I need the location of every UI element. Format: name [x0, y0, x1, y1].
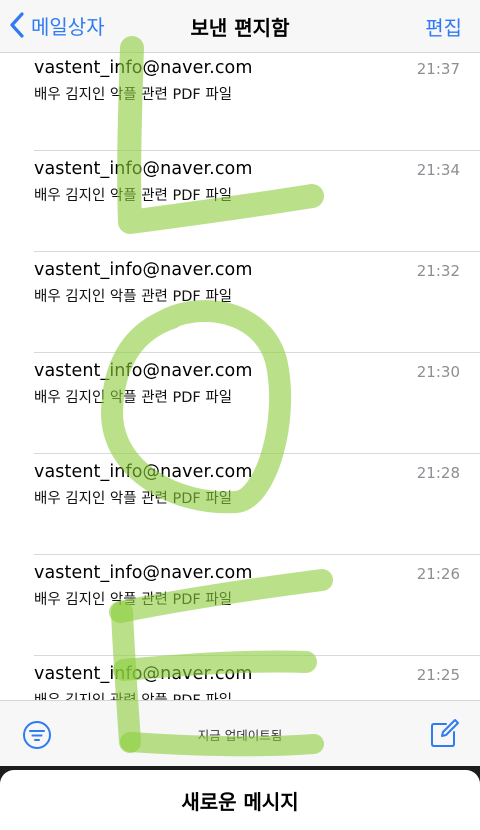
- mail-sender: vastent_info@naver.com: [34, 563, 253, 583]
- mail-row[interactable]: vastent_info@naver.com 배우 김지인 악플 관련 PDF …: [0, 151, 480, 252]
- mail-time: 21:25: [416, 666, 460, 684]
- mail-sender: vastent_info@naver.com: [34, 159, 253, 179]
- mail-row[interactable]: vastent_info@naver.com 배우 김지인 악플 관련 PDF …: [0, 252, 480, 353]
- new-message-sheet[interactable]: 새로운 메시지: [0, 770, 480, 830]
- new-message-title: 새로운 메시지: [181, 790, 299, 814]
- mail-row[interactable]: vastent_info@naver.com 배우 김지인 악플 관련 PDF …: [0, 353, 480, 454]
- mail-time: 21:28: [416, 464, 460, 482]
- mail-subject: 배우 김지인 악플 관련 PDF 파일: [34, 592, 233, 608]
- back-button-label: 메일상자: [31, 14, 105, 39]
- mail-subject: 배우 김지인 악플 관련 PDF 파일: [34, 289, 233, 305]
- back-button[interactable]: 메일상자: [8, 8, 105, 42]
- mail-time: 21:30: [416, 363, 460, 381]
- mail-row[interactable]: vastent_info@naver.com 배우 김지인 악플 관련 PDF …: [0, 454, 480, 555]
- bottom-toolbar: 지금 업데이트됨: [0, 700, 480, 767]
- mail-subject: 배우 김지인 악플 관련 PDF 파일: [34, 491, 233, 507]
- mail-sender: vastent_info@naver.com: [34, 664, 253, 684]
- mail-row[interactable]: vastent_info@naver.com 배우 김지인 악플 관련 PDF …: [0, 555, 480, 656]
- update-status: 지금 업데이트됨: [197, 728, 283, 743]
- mail-time: 21:26: [416, 565, 460, 583]
- mail-time: 21:34: [416, 161, 460, 179]
- edit-button[interactable]: 편집: [425, 12, 462, 41]
- chevron-left-icon: [10, 12, 24, 38]
- compose-button[interactable]: [428, 718, 460, 750]
- mail-row[interactable]: vastent_info@naver.com 배우 김지인 관련 악플 PDF …: [0, 656, 480, 700]
- mail-sender: vastent_info@naver.com: [34, 462, 253, 482]
- mail-subject: 배우 김지인 악플 관련 PDF 파일: [34, 87, 233, 103]
- mail-subject: 배우 김지인 관련 악플 PDF 파일: [34, 689, 232, 700]
- mail-subject: 배우 김지인 악플 관련 PDF 파일: [34, 390, 233, 406]
- mail-list: vastent_info@naver.com 배우 김지인 악플 관련 PDF …: [0, 0, 480, 700]
- mail-time: 21:37: [416, 60, 460, 78]
- navigation-bar: 메일상자 보낸 편지함 편집: [0, 0, 480, 53]
- mail-sender: vastent_info@naver.com: [34, 361, 253, 381]
- mail-subject: 배우 김지인 악플 관련 PDF 파일: [34, 188, 233, 204]
- compose-icon: [431, 719, 459, 747]
- mail-sender: vastent_info@naver.com: [34, 260, 253, 280]
- mail-row[interactable]: vastent_info@naver.com 배우 김지인 악플 관련 PDF …: [0, 50, 480, 151]
- mail-time: 21:32: [416, 262, 460, 280]
- mail-sender: vastent_info@naver.com: [34, 58, 253, 78]
